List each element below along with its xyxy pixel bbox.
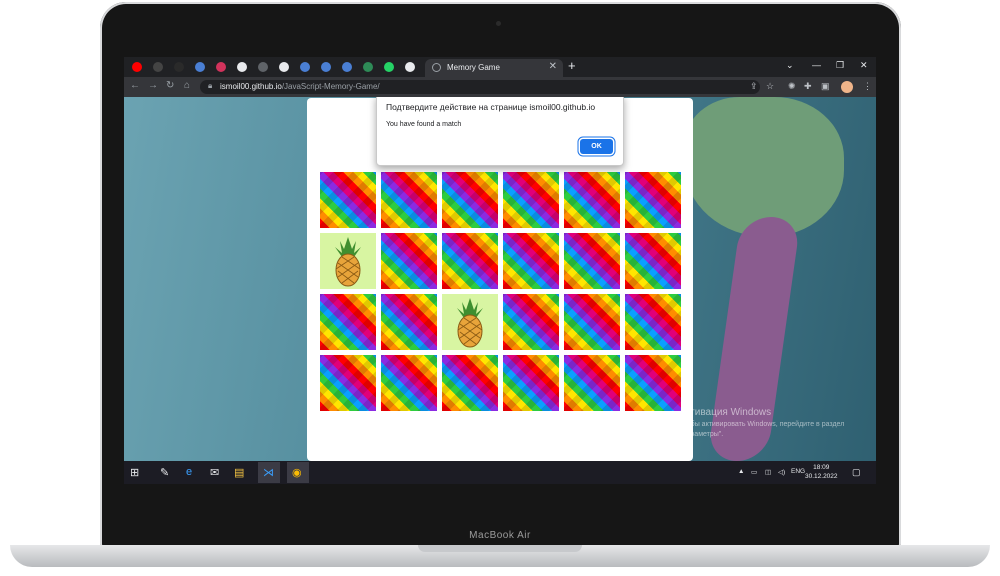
tab-search-icon[interactable]: ⌄	[786, 60, 794, 71]
clock[interactable]: 18:09 30.12.2022	[805, 463, 838, 481]
dialog-title: Подтвердите действие на странице ismoil0…	[386, 102, 596, 112]
memory-card-facedown[interactable]	[320, 172, 376, 228]
battery-icon[interactable]: ▭	[751, 468, 757, 476]
screen: Memory Game ✕ + ⌄ — ❐ ✕ ← → ↻ ⌂ 🔒︎ ismoi…	[124, 57, 876, 484]
vscode-icon[interactable]: ⋊	[263, 466, 274, 479]
clock-date: 30.12.2022	[805, 473, 838, 480]
volume-icon[interactable]: ◁)	[778, 468, 785, 476]
memory-card-facedown[interactable]	[564, 172, 620, 228]
pink-icon[interactable]	[216, 62, 226, 72]
memory-card-facedown[interactable]	[503, 355, 559, 411]
laptop-notch	[418, 545, 582, 552]
url-path: /JavaScript-Memory-Game/	[281, 82, 380, 91]
language-indicator[interactable]: ENG	[791, 468, 805, 475]
taskbar: ⊞ ✎ e ✉ ▤ ⋊ ◉ ▲ ▭ ◫ ◁) ENG 18:09 30.12.2…	[124, 461, 876, 484]
device-brand: MacBook Air	[469, 530, 531, 541]
puzzle-icon[interactable]: ✚	[804, 81, 812, 92]
new-tab-button[interactable]: +	[568, 58, 576, 73]
globe-icon	[432, 63, 441, 72]
card-grid	[320, 172, 681, 411]
menu-kebab-icon[interactable]: ⋮	[863, 81, 872, 92]
memory-card-facedown[interactable]	[503, 172, 559, 228]
confirm-dialog: Подтвердите действие на странице ismoil0…	[376, 97, 624, 166]
activation-watermark: Активация Windows Чтобы активировать Win…	[679, 407, 859, 440]
memory-card-facedown[interactable]	[381, 355, 437, 411]
memory-card-facedown[interactable]	[625, 294, 681, 350]
address-bar-row: ← → ↻ ⌂ 🔒︎ ismoil00.github.io/JavaScript…	[124, 77, 876, 97]
tray-chevron-icon[interactable]: ▲	[738, 468, 744, 475]
extension-icon[interactable]: ✺	[788, 81, 796, 92]
memory-card-facedown[interactable]	[564, 294, 620, 350]
network-icon[interactable]: ◫	[765, 468, 771, 476]
tab-title: Memory Game	[447, 63, 500, 72]
close-window-button[interactable]: ✕	[860, 60, 868, 71]
maximize-button[interactable]: ❐	[836, 60, 844, 71]
green-icon[interactable]	[363, 62, 373, 72]
share-icon[interactable]: ⇪	[750, 81, 758, 92]
memory-card-facedown[interactable]	[442, 233, 498, 289]
memory-card-facedown[interactable]	[381, 172, 437, 228]
dialog-message: You have found a match	[386, 121, 462, 128]
memory-card-facedown[interactable]	[564, 233, 620, 289]
close-tab-icon[interactable]: ✕	[549, 61, 557, 72]
ok-button[interactable]: OK	[580, 139, 613, 154]
youtube-icon[interactable]	[132, 62, 142, 72]
watermark-text: Чтобы активировать Windows, перейдите в …	[679, 421, 845, 438]
background-shape-green	[684, 97, 844, 237]
page-viewport: Подтвердите действие на странице ismoil0…	[124, 97, 876, 461]
pineapple-icon	[457, 298, 483, 348]
blue-c-icon[interactable]	[195, 62, 205, 72]
lock-icon[interactable]: 🔒︎	[208, 81, 212, 91]
back-button[interactable]: ←	[130, 80, 140, 91]
memory-card-facedown[interactable]	[320, 355, 376, 411]
home-button[interactable]: ⌂	[184, 80, 190, 91]
p-icon[interactable]	[258, 62, 268, 72]
memory-card-facedown[interactable]	[625, 172, 681, 228]
memory-card-facedown[interactable]	[503, 233, 559, 289]
mail-icon[interactable]: ✉	[210, 466, 219, 479]
windows-start-icon[interactable]: ⊞	[130, 466, 139, 479]
memory-card-facedown[interactable]	[503, 294, 559, 350]
memory-card-facedown[interactable]	[442, 172, 498, 228]
tab-bar: Memory Game ✕ + ⌄ — ❐ ✕	[124, 57, 876, 77]
reload-button[interactable]: ↻	[166, 80, 174, 91]
blue-c-icon[interactable]	[300, 62, 310, 72]
memory-card-facedown[interactable]	[625, 233, 681, 289]
memory-card-facedown[interactable]	[320, 294, 376, 350]
omnibox[interactable]: 🔒︎ ismoil00.github.io/JavaScript-Memory-…	[200, 80, 760, 94]
minimize-button[interactable]: —	[812, 60, 821, 70]
m-icon[interactable]	[153, 62, 163, 72]
google-icon[interactable]	[405, 62, 415, 72]
circle-icon[interactable]	[237, 62, 247, 72]
bookmark-star-icon[interactable]: ☆	[766, 81, 774, 92]
blue-c-icon[interactable]	[342, 62, 352, 72]
watermark-title: Активация Windows	[679, 407, 772, 418]
side-panel-icon[interactable]: ▣	[821, 81, 830, 92]
memory-card-pineapple[interactable]	[320, 233, 376, 289]
pineapple-icon	[335, 237, 361, 287]
profile-avatar[interactable]	[841, 81, 853, 93]
notifications-icon[interactable]: ▢	[852, 467, 861, 478]
edge-icon[interactable]: e	[186, 466, 192, 478]
memory-card-facedown[interactable]	[381, 294, 437, 350]
file-explorer-icon[interactable]: ▤	[234, 466, 244, 479]
blue-c-icon[interactable]	[321, 62, 331, 72]
tab-memory-game[interactable]: Memory Game ✕	[425, 59, 563, 77]
dark-icon[interactable]	[174, 62, 184, 72]
webcam	[496, 21, 501, 26]
github-icon[interactable]	[279, 62, 289, 72]
chrome-icon[interactable]: ◉	[292, 466, 302, 479]
memory-card-pineapple[interactable]	[442, 294, 498, 350]
memory-card-facedown[interactable]	[564, 355, 620, 411]
memory-card-facedown[interactable]	[381, 233, 437, 289]
app-icon[interactable]: ✎	[160, 466, 169, 479]
memory-card-facedown[interactable]	[625, 355, 681, 411]
clock-time: 18:09	[813, 464, 830, 471]
whatsapp-icon[interactable]	[384, 62, 394, 72]
memory-card-facedown[interactable]	[442, 355, 498, 411]
url-host: ismoil00.github.io	[220, 82, 282, 91]
forward-button[interactable]: →	[148, 80, 158, 91]
